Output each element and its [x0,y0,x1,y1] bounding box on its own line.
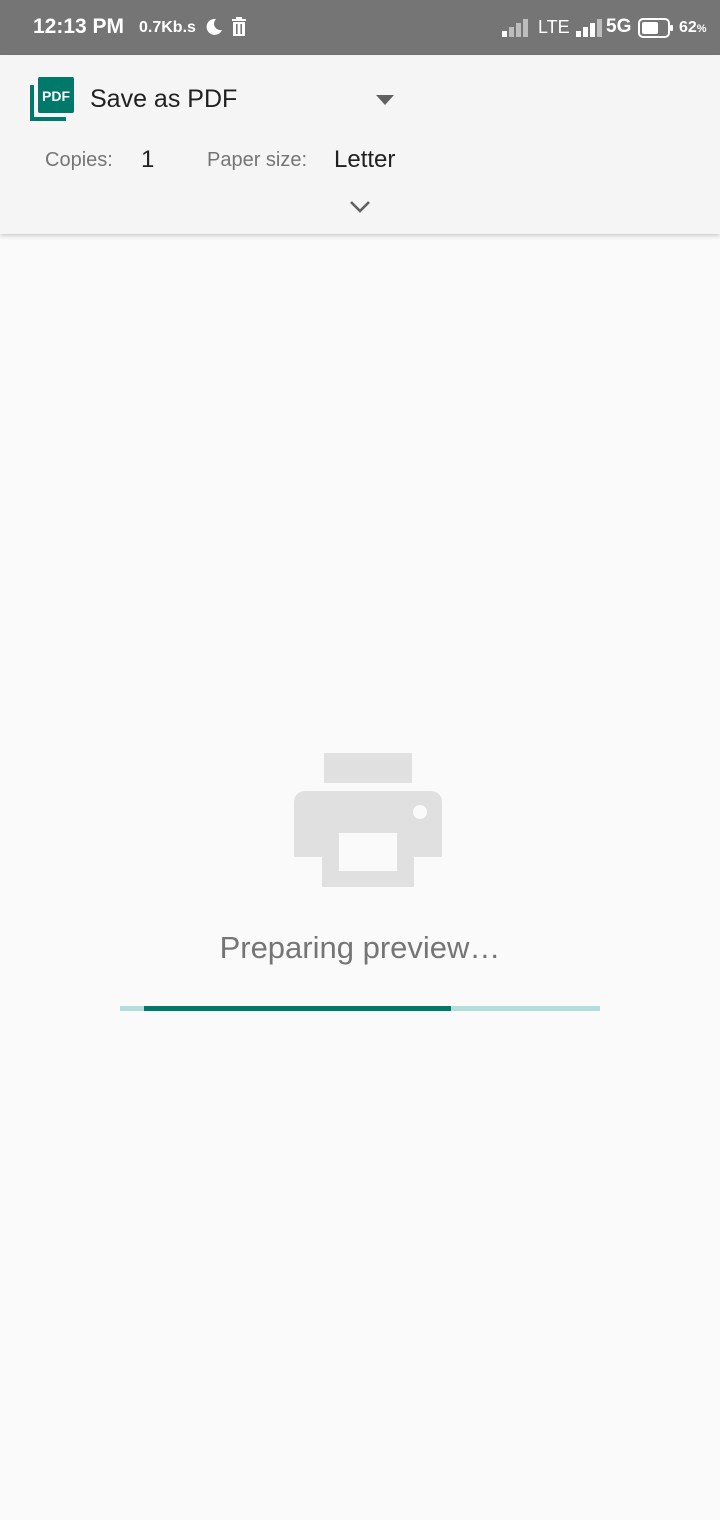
progress-bar [120,1006,600,1011]
dropdown-arrow-icon[interactable] [376,95,394,105]
progress-bar-fill [144,1006,452,1011]
chevron-down-icon [350,201,370,213]
status-net-speed: 0.7Kb.s [139,19,196,36]
paper-size-label: Paper size: [207,149,308,171]
printer-icon [294,753,442,887]
expand-options-button[interactable] [344,193,376,221]
trash-icon [232,17,246,36]
status-time: 12:13 PM [33,15,125,38]
preparing-preview-text: Preparing preview… [219,930,501,965]
paper-size-value[interactable]: Letter [334,146,395,174]
status-network-lte: LTE [538,17,570,37]
printer-select[interactable]: Save as PDF [90,85,237,114]
copies-value[interactable]: 1 [141,146,154,174]
print-options-header: PDF Save as PDF Copies: 1 Paper size: Le… [0,55,720,234]
status-network-5g: 5G [606,16,632,37]
status-bar: 12:13 PM 0.7Kb.s LTE 5G 62% [0,0,720,55]
pdf-icon: PDF [30,77,74,121]
copies-label: Copies: [45,149,113,171]
battery-percent: 62% [679,19,707,36]
battery-icon [638,18,673,38]
signal-icon [502,19,528,37]
moon-icon [206,18,222,35]
pdf-icon-label: PDF [42,88,70,104]
signal-icon [576,19,602,37]
